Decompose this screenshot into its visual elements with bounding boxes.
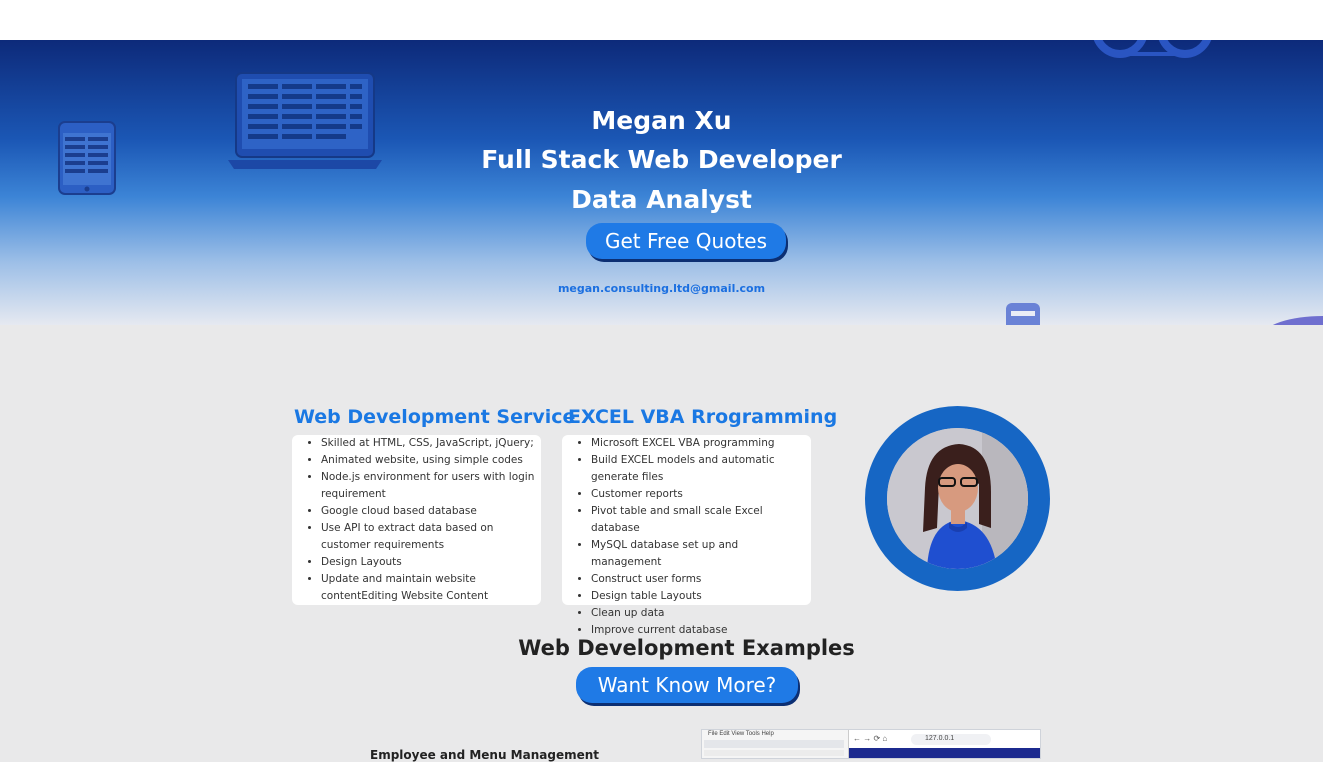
web-dev-service-card: Skilled at HTML, CSS, JavaScript, jQuery… (292, 435, 541, 605)
example-toolbar (704, 740, 844, 748)
example-tabs (704, 750, 844, 756)
list-item: Design table Layouts (591, 588, 811, 605)
web-dev-service-list: Skilled at HTML, CSS, JavaScript, jQuery… (292, 435, 541, 605)
hero-banner: Megan Xu Full Stack Web Developer Data A… (0, 40, 1323, 325)
want-know-more-button[interactable]: Want Know More? (576, 667, 798, 703)
list-item: Construct user forms (591, 571, 811, 588)
top-bar (0, 0, 1323, 40)
examples-title: Web Development Examples (518, 636, 855, 660)
example-caption: Employee and Menu Management (370, 748, 600, 762)
avatar (887, 428, 1028, 569)
example-screenshot-browser: ← → ⟳ ⌂ 127.0.0.1 (849, 730, 1040, 758)
portrait-image (887, 428, 1028, 569)
gears-icon (1093, 40, 1212, 58)
list-item: Animated website, using simple codes (321, 452, 541, 469)
example-menu-text: File Edit View Tools Help (708, 731, 774, 737)
phone-icon (1006, 303, 1040, 325)
browser-nav-icons: ← → ⟳ ⌂ (853, 734, 888, 743)
example-screenshot-left-pane: File Edit View Tools Help (702, 730, 849, 758)
list-item: Node.js environment for users with login… (321, 469, 541, 503)
email-link[interactable]: megan.consulting.ltd@gmail.com (0, 282, 1323, 295)
list-item: Microsoft EXCEL VBA programming (591, 435, 811, 452)
get-free-quotes-button[interactable]: Get Free Quotes (586, 223, 786, 259)
hero-name: Megan Xu (591, 106, 732, 135)
browser-address-text: 127.0.0.1 (925, 735, 955, 742)
example-screenshot[interactable]: File Edit View Tools Help ← → ⟳ ⌂ 127.0.… (701, 729, 1041, 759)
excel-vba-list: Microsoft EXCEL VBA programming Build EX… (562, 435, 811, 639)
list-item: Google cloud based database (321, 503, 541, 520)
list-item: Clean up data (591, 605, 811, 622)
decorative-blob (1272, 316, 1323, 325)
excel-vba-card: Microsoft EXCEL VBA programming Build EX… (562, 435, 811, 636)
list-item: Use API to extract data based on custome… (321, 520, 541, 554)
web-dev-service-title: Web Development Service (294, 406, 576, 428)
browser-address-bar: 127.0.0.1 (911, 734, 991, 745)
list-item: Customer reports (591, 486, 811, 503)
list-item: Skilled at HTML, CSS, JavaScript, jQuery… (321, 435, 541, 452)
excel-vba-title: EXCEL VBA Rrogramming (568, 406, 838, 428)
list-item: Design Layouts (321, 554, 541, 571)
list-item: Pivot table and small scale Excel databa… (591, 503, 811, 537)
hero-role-analyst: Data Analyst (571, 185, 752, 214)
list-item: Build EXCEL models and automatic generat… (591, 452, 811, 486)
list-item: Update and maintain website contentEditi… (321, 571, 541, 605)
list-item: MySQL database set up and management (591, 537, 811, 571)
hero-role-developer: Full Stack Web Developer (481, 145, 842, 174)
